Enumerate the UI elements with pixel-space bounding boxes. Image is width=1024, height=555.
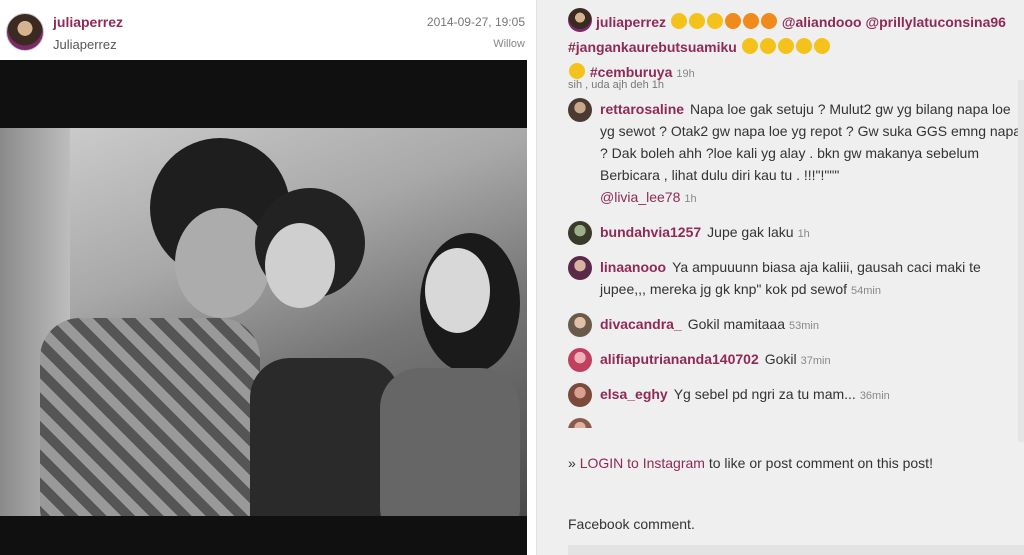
avatar[interactable] — [568, 418, 592, 428]
post-photo[interactable] — [0, 60, 527, 555]
partial-comment: sih , uda ajh deh 1h — [568, 80, 665, 90]
comment-item: linaanooo Ya ampuuunn biasa aja kaliii, g… — [568, 256, 1024, 302]
comment-username[interactable]: divacandra_ — [600, 316, 682, 332]
post-date: 2014-09-27, 19:05 — [426, 15, 525, 29]
comment-time: 37min — [800, 355, 831, 367]
comment-item: elsa_eghy Yg sebel pd ngri za tu mam... 36… — [568, 383, 1024, 407]
avatar[interactable] — [568, 221, 592, 245]
blush-emoji-icon — [759, 38, 776, 54]
comment-time: 1h — [797, 228, 810, 240]
smile-emoji-icon — [670, 13, 687, 29]
login-prompt: » LOGIN to Instagram to like or post com… — [568, 455, 933, 471]
comments-scrollbar[interactable] — [1018, 80, 1024, 442]
tongue-emoji-icon — [724, 13, 741, 29]
comment-time: 1h — [684, 193, 697, 205]
facebook-comment-label: Facebook comment. — [568, 516, 695, 532]
comment-text: Gokil — [764, 351, 797, 367]
heart-eyes-emoji-icon — [569, 63, 585, 79]
comment-username[interactable]: linaanooo — [600, 259, 666, 275]
post-panel: juliaperrez Juliaperrez 2014-09-27, 19:0… — [0, 0, 537, 555]
comment-item-partial — [568, 418, 1024, 428]
comment-text: Gokil mamitaaa — [687, 316, 785, 332]
login-suffix: to like or post comment on this post! — [704, 455, 933, 471]
comment-username[interactable]: bundahvia1257 — [600, 224, 701, 240]
smile-emoji-icon — [688, 13, 705, 29]
tongue-emoji-icon — [760, 13, 777, 29]
avatar[interactable] — [568, 8, 592, 32]
caption: juliaperrez @aliandooo @prillylatuconsin… — [568, 8, 1024, 87]
caption-username[interactable]: juliaperrez — [596, 14, 666, 30]
comment-text: Jupe gak laku — [707, 224, 794, 240]
avatar[interactable] — [568, 98, 592, 122]
caption-mention[interactable]: @aliandooo — [782, 14, 862, 30]
login-link[interactable]: LOGIN to Instagram — [580, 455, 705, 471]
comment-item: divacandra_ Gokil mamitaaa 53min — [568, 313, 1024, 337]
post-header: juliaperrez Juliaperrez 2014-09-27, 19:0… — [0, 0, 537, 60]
comment-username[interactable]: rettarosaline — [600, 101, 684, 117]
avatar[interactable] — [6, 13, 44, 51]
comment-time: 36min — [859, 390, 890, 402]
caption-hashtag[interactable]: #cemburuya — [590, 64, 672, 80]
post-username[interactable]: juliaperrez — [53, 14, 123, 30]
caption-mention[interactable]: @prillylatuconsina96 — [865, 14, 1005, 30]
comments-list[interactable]: sih , uda ajh deh 1h rettarosaline Napa l… — [568, 80, 1024, 442]
comment-username[interactable]: alifiaputriananda140702 — [600, 351, 759, 367]
comment-username[interactable]: elsa_eghy — [600, 386, 668, 402]
smile-emoji-icon — [706, 13, 723, 29]
photo-image — [0, 128, 527, 516]
avatar[interactable] — [568, 313, 592, 337]
smile-emoji-icon — [777, 38, 794, 54]
details-panel: juliaperrez @aliandooo @prillylatuconsin… — [560, 0, 1024, 555]
comment-item: rettarosaline Napa loe gak setuju ? Mulut… — [568, 98, 1024, 210]
caption-time: 19h — [676, 68, 695, 80]
avatar[interactable] — [568, 256, 592, 280]
comment-item: bundahvia1257 Jupe gak laku 1h — [568, 221, 1024, 245]
caption-hashtag[interactable]: #jangankaurebutsuamiku — [568, 39, 737, 55]
facebook-comment-box[interactable] — [568, 545, 1024, 555]
post-full-name: Juliaperrez — [53, 37, 117, 52]
comment-item: alifiaputriananda140702 Gokil 37min — [568, 348, 1024, 372]
heart-eyes-emoji-icon — [795, 38, 812, 54]
comment-mention[interactable]: @livia_lee78 — [600, 189, 680, 205]
tongue-emoji-icon — [742, 13, 759, 29]
comment-time: 54min — [851, 285, 881, 297]
login-prefix: » — [568, 455, 580, 471]
heart-eyes-emoji-icon — [813, 38, 830, 54]
avatar[interactable] — [568, 383, 592, 407]
blush-emoji-icon — [741, 38, 758, 54]
avatar[interactable] — [568, 348, 592, 372]
comment-text: Yg sebel pd ngri za tu mam... — [673, 386, 856, 402]
comment-time: 53min — [788, 320, 819, 332]
post-filter: Willow — [493, 38, 525, 50]
